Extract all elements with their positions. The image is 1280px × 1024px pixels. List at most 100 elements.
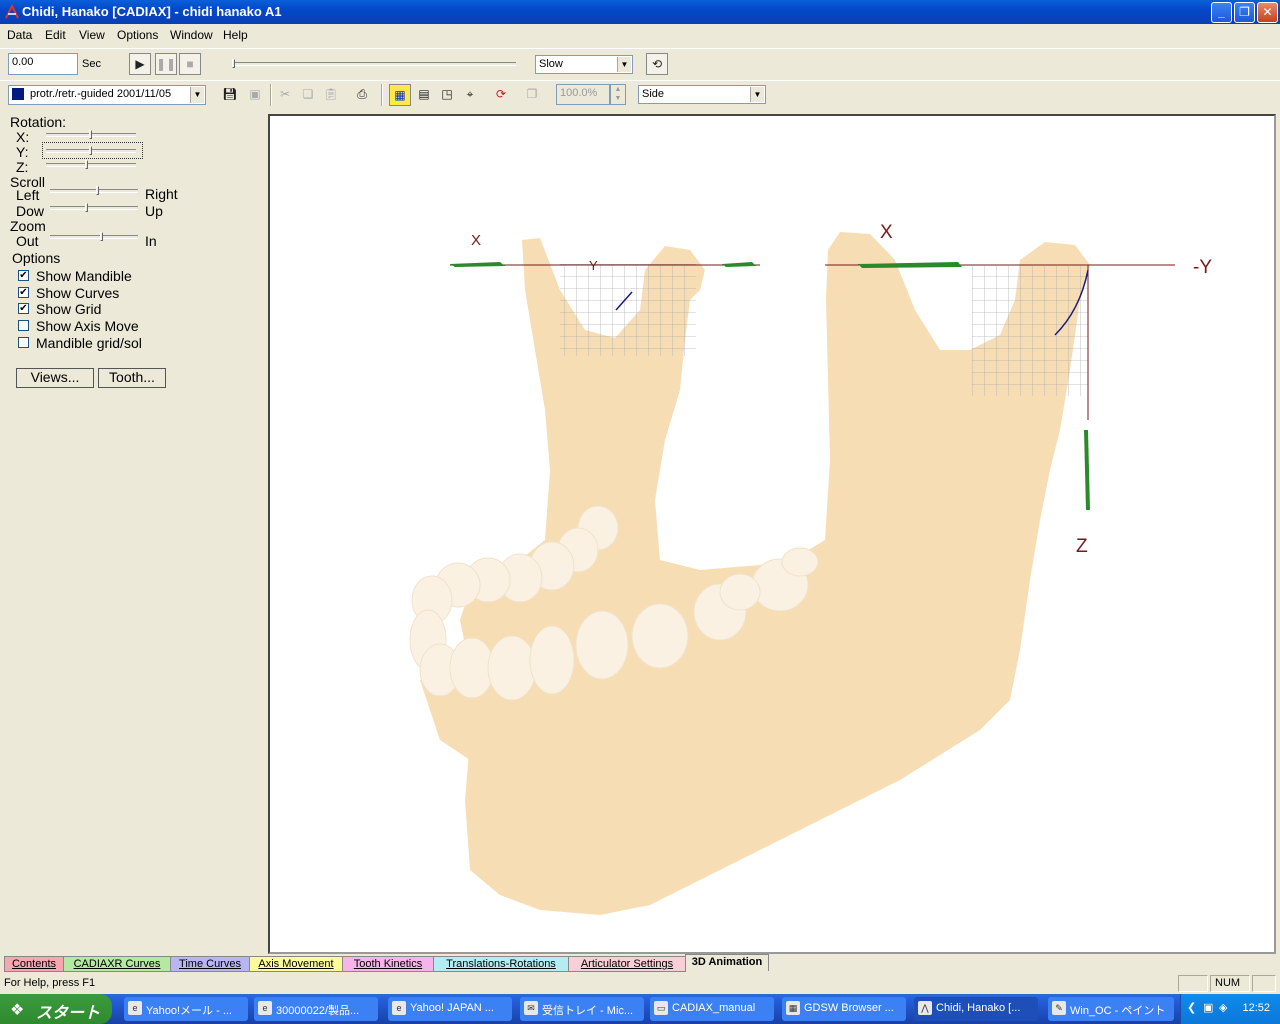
slider-thumb[interactable] xyxy=(85,203,89,212)
pause-button[interactable]: ❚❚ xyxy=(155,53,177,75)
close-button[interactable]: ✕ xyxy=(1257,2,1278,23)
menu-view[interactable]: View xyxy=(79,28,105,42)
axis-arrow xyxy=(450,262,505,267)
option-checkbox[interactable] xyxy=(18,336,29,348)
rotation-x-label: X: xyxy=(16,129,30,145)
tab-tooth-kinetics[interactable]: Tooth Kinetics xyxy=(342,956,434,972)
zoom-slider[interactable] xyxy=(50,232,138,241)
options-label: Options xyxy=(12,250,61,266)
tab-contents[interactable]: Contents xyxy=(4,956,64,972)
axis-label-y-left: Y xyxy=(589,258,598,273)
timeline-thumb[interactable] xyxy=(232,59,235,68)
grid-view-button[interactable]: ▦ xyxy=(389,84,411,106)
view-tabs: Contents CADIAXR Curves Time Curves Axis Mo… xyxy=(4,954,1276,973)
zoom-field[interactable]: 100.0% xyxy=(556,84,610,105)
network-icon[interactable]: ▣ xyxy=(1203,1001,1213,1014)
option-label[interactable]: Show Axis Move xyxy=(36,318,139,334)
option-checkbox[interactable]: ✔ xyxy=(18,270,29,281)
menu-data[interactable]: Data xyxy=(7,28,32,42)
time-unit-label: Sec xyxy=(82,58,101,70)
option-label[interactable]: Show Grid xyxy=(36,301,101,317)
menu-help[interactable]: Help xyxy=(223,28,248,42)
slider-thumb[interactable] xyxy=(84,160,88,169)
3d-viewport[interactable]: X Y X -Y Z xyxy=(268,114,1276,954)
play-button[interactable]: ▶ xyxy=(129,53,151,75)
start-button[interactable]: ❖ スタート xyxy=(0,994,112,1024)
paste-button[interactable]: 📋︎ xyxy=(320,84,342,106)
tab-axis-movement[interactable]: Axis Movement xyxy=(249,956,343,972)
loop-button[interactable]: ⟲ xyxy=(646,53,668,75)
task-app-icon: ⋀ xyxy=(918,1001,932,1015)
security-icon[interactable]: ◈ xyxy=(1219,1001,1227,1014)
axis-arrow xyxy=(1084,430,1090,510)
slider-thumb[interactable] xyxy=(89,146,92,155)
taskbar-item[interactable]: ✎ Win_OC - ペイント xyxy=(1048,997,1174,1021)
taskbar-item[interactable]: ⋀ Chidi, Hanako [... xyxy=(914,997,1038,1021)
pause-icon: ❚❚ xyxy=(156,57,177,71)
mandible-3d-scene[interactable]: X Y X -Y Z xyxy=(270,116,1274,952)
title-bar[interactable]: Chidi, Hanako [CADIAX] - chidi hanako A1… xyxy=(0,0,1280,24)
taskbar-item[interactable]: ▭ CADIAX_manual xyxy=(650,997,774,1021)
option-checkbox[interactable]: ✔ xyxy=(18,303,29,315)
views-button[interactable]: Views... xyxy=(16,368,94,388)
timeline-slider[interactable] xyxy=(232,59,516,68)
minimize-button[interactable]: _ xyxy=(1211,2,1232,23)
left-condyle-grid xyxy=(560,264,696,356)
slider-thumb[interactable] xyxy=(100,232,104,241)
refresh-button[interactable]: ⟳ xyxy=(490,84,512,106)
tooth-button[interactable]: Tooth... xyxy=(98,368,166,388)
taskbar: ❖ スタート e Yahoo!メール - ... e 30000022/製品... e Y… xyxy=(0,994,1280,1024)
taskbar-item[interactable]: e Yahoo! JAPAN ... xyxy=(388,997,512,1021)
rotation-x-slider[interactable] xyxy=(46,130,136,139)
taskbar-item[interactable]: e Yahoo!メール - ... xyxy=(124,997,248,1021)
tray-expand-icon[interactable]: ❮ xyxy=(1187,1001,1196,1014)
save-button[interactable]: 💾︎ xyxy=(219,84,241,106)
print-button[interactable]: ⎙ xyxy=(351,84,373,106)
option-label[interactable]: Show Mandible xyxy=(36,268,132,284)
rotation-z-slider[interactable] xyxy=(46,160,136,169)
slider-thumb[interactable] xyxy=(96,186,100,195)
menu-options[interactable]: Options xyxy=(117,28,158,42)
copy-button[interactable]: ❏ xyxy=(297,84,319,106)
scroll-vertical-slider[interactable] xyxy=(50,203,138,212)
cut-icon: ✂ xyxy=(279,87,291,101)
view-dropdown[interactable]: Side ▼ xyxy=(638,85,766,104)
save-as-button[interactable]: ▣ xyxy=(244,84,266,106)
option-label[interactable]: Show Curves xyxy=(36,285,119,301)
tab-time-curves[interactable]: Time Curves xyxy=(170,956,250,972)
option-checkbox[interactable] xyxy=(18,320,29,332)
system-tray: ❮ ▣ ◈ 12:52 xyxy=(1180,994,1280,1024)
loop-icon: ⟲ xyxy=(651,57,663,71)
option-checkbox[interactable]: ✔ xyxy=(18,286,29,298)
tab-cadiaxr-curves[interactable]: CADIAXR Curves xyxy=(63,956,171,972)
rotation-y-slider[interactable] xyxy=(46,146,136,155)
time-input[interactable]: 0.00 xyxy=(8,53,78,75)
taskbar-item[interactable]: ▦ GDSW Browser ... xyxy=(782,997,906,1021)
speed-dropdown[interactable]: Slow ▼ xyxy=(535,55,633,74)
measure-button[interactable]: ⌖ xyxy=(459,84,481,106)
save-icon: 💾︎ xyxy=(222,87,238,101)
scroll-horizontal-slider[interactable] xyxy=(50,186,138,195)
option-label[interactable]: Mandible grid/sol xyxy=(36,335,142,351)
copy-view-button[interactable]: ❐ xyxy=(521,84,543,106)
tab-articulator-settings[interactable]: Articulator Settings xyxy=(568,956,686,972)
toolbar-separator xyxy=(381,84,383,106)
tab-translations-rotations[interactable]: Translations-Rotations xyxy=(433,956,569,972)
zoom-spinner[interactable]: ▲ ▼ xyxy=(610,84,626,105)
menu-bar: Data Edit View Options Window Help xyxy=(0,24,1280,46)
menu-edit[interactable]: Edit xyxy=(45,28,66,42)
close-icon: ✕ xyxy=(1262,5,1273,19)
bus-view-button[interactable]: ▤ xyxy=(413,84,435,106)
right-condyle-grid xyxy=(972,266,1088,396)
menu-window[interactable]: Window xyxy=(170,28,213,42)
recording-dropdown[interactable]: protr./retr.-guided 2001/11/05 ▼ xyxy=(8,85,206,105)
slider-thumb[interactable] xyxy=(89,130,92,139)
rotation-z-label: Z: xyxy=(16,159,29,175)
cut-button[interactable]: ✂ xyxy=(274,84,296,106)
stop-button[interactable]: ■ xyxy=(179,53,201,75)
taskbar-item[interactable]: ✉ 受信トレイ - Mic... xyxy=(520,997,644,1021)
taskbar-item[interactable]: e 30000022/製品... xyxy=(254,997,378,1021)
tab-3d-animation[interactable]: 3D Animation xyxy=(685,954,769,971)
restore-button[interactable]: ❐ xyxy=(1234,2,1255,23)
page-view-button[interactable]: ◳ xyxy=(436,84,458,106)
